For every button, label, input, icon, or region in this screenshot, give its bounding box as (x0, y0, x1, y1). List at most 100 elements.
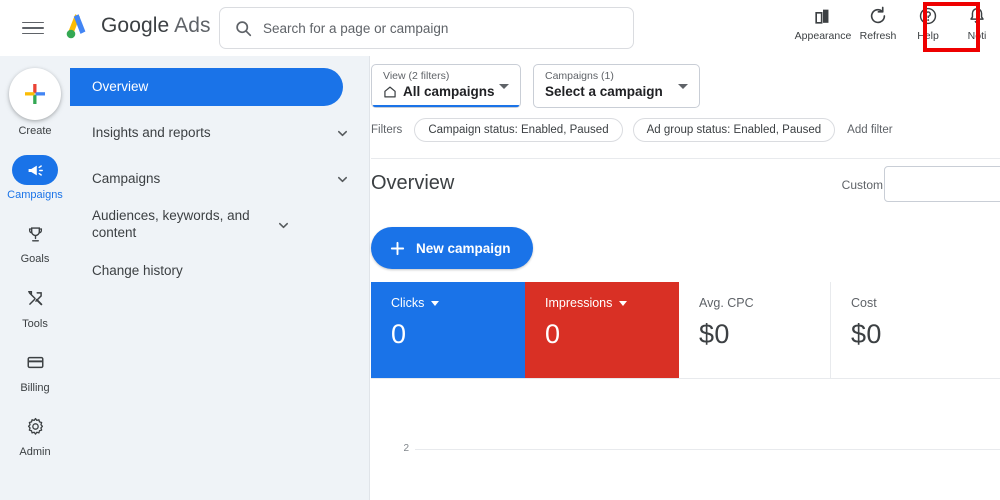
scorecard-avg-cpc-head: Avg. CPC (699, 296, 830, 310)
notifications-button[interactable]: Noti (954, 0, 1000, 52)
google-ads-logo-icon (62, 12, 92, 40)
rail-item-admin[interactable]: Admin (0, 412, 70, 459)
refresh-label: Refresh (859, 30, 897, 42)
scorecard-cost-value: $0 (851, 319, 882, 349)
home-icon (383, 85, 397, 99)
top-bar-actions: Appearance Refresh Help Noti (792, 0, 1000, 56)
view-selector-value: All campaigns (403, 84, 495, 99)
filter-chip-campaign-status[interactable]: Campaign status: Enabled, Paused (414, 118, 623, 142)
rail-item-billing[interactable]: Billing (0, 348, 70, 395)
rail-label-goals: Goals (20, 253, 50, 266)
rail-label-campaigns: Campaigns (7, 189, 63, 202)
scorecard-avg-cpc[interactable]: Avg. CPC $0 (679, 282, 831, 378)
brand-ads-text: Ads (174, 14, 211, 37)
view-selector[interactable]: View (2 filters) All campaigns (371, 64, 521, 108)
top-app-bar: Google Ads Search for a page or campaign (0, 0, 1000, 56)
sidebar-label-overview: Overview (92, 78, 149, 94)
filters-label: Filters (371, 124, 403, 136)
chevron-down-icon (277, 219, 290, 232)
campaign-selector[interactable]: Campaigns (1) Select a campaign (533, 64, 700, 108)
chart-ytick-2: 2 (403, 443, 409, 454)
rail-item-goals[interactable]: Goals (0, 219, 70, 266)
refresh-button[interactable]: Refresh (854, 0, 902, 52)
rail-item-tools[interactable]: Tools (0, 284, 70, 331)
scorecard-clicks-head: Clicks (391, 296, 525, 310)
scorecard-impressions[interactable]: Impressions 0 (525, 282, 679, 378)
page-title: Overview (371, 172, 455, 194)
date-range-input[interactable] (884, 166, 1000, 202)
date-range-label: Custom (841, 178, 883, 192)
chevron-down-icon (499, 84, 509, 89)
view-selector-value-row: All campaigns (383, 83, 509, 100)
notifications-label: Noti (967, 30, 987, 42)
help-button[interactable]: Help (902, 0, 954, 52)
performance-chart: 2 1 (371, 379, 1000, 500)
refresh-icon (868, 6, 888, 26)
hamburger-menu-icon[interactable] (22, 16, 46, 40)
scorecard-impressions-value: 0 (545, 319, 561, 349)
scorecard-cost-head: Cost (851, 296, 983, 310)
help-label: Help (917, 30, 939, 42)
campaign-selector-caption: Campaigns (1) (545, 70, 614, 82)
sidebar-label-change-history: Change history (92, 262, 183, 278)
sidebar-item-insights-and-reports[interactable]: Insights and reports (70, 114, 369, 152)
help-icon (918, 6, 938, 26)
chevron-down-icon (336, 173, 349, 186)
rail-item-campaigns[interactable]: Campaigns (0, 155, 70, 202)
scorecard-impressions-head: Impressions (545, 296, 679, 310)
scorecard-clicks[interactable]: Clicks 0 (371, 282, 525, 378)
create-label: Create (18, 125, 52, 137)
sidebar-label-campaigns: Campaigns (92, 170, 161, 186)
search-icon (235, 20, 252, 37)
google-ads-overview-page: Google Ads Search for a page or campaign (0, 0, 1000, 500)
brand-google-text: Google (101, 14, 170, 37)
view-selector-caption: View (2 filters) (383, 70, 450, 82)
rail-label-billing: Billing (20, 381, 50, 394)
scorecard-cost[interactable]: Cost $0 (831, 282, 983, 378)
trophy-icon (12, 219, 58, 249)
search-placeholder: Search for a page or campaign (263, 20, 449, 36)
primary-nav-rail: Create Campaigns Goals Tools Billing Adm… (0, 56, 70, 500)
scorecard-clicks-label: Clicks (391, 296, 425, 310)
chart-gridline-upper (415, 449, 1000, 450)
sidebar-label-audiences-keywords-and-content: Audiences, keywords, and content (92, 208, 250, 240)
rail-label-admin: Admin (19, 445, 51, 458)
sidebar-label-insights-and-reports: Insights and reports (92, 124, 211, 140)
view-selectors: View (2 filters) All campaigns Campaigns… (371, 64, 700, 108)
main-content: View (2 filters) All campaigns Campaigns… (371, 56, 1000, 500)
scorecard-cost-label: Cost (851, 296, 877, 310)
sidebar-item-campaigns[interactable]: Campaigns (70, 160, 369, 198)
brand-logo: Google Ads (62, 12, 211, 40)
search-input[interactable]: Search for a page or campaign (219, 7, 634, 49)
megaphone-icon (12, 155, 58, 186)
appearance-button[interactable]: Appearance (792, 0, 854, 52)
new-campaign-button[interactable]: New campaign (371, 227, 533, 269)
sidebar-item-audiences-keywords-and-content[interactable]: Audiences, keywords, and content (70, 200, 369, 250)
appearance-label: Appearance (794, 30, 852, 42)
gear-icon (12, 412, 58, 442)
chevron-down-icon (336, 127, 349, 140)
campaign-selector-value: Select a campaign (545, 84, 663, 99)
chevron-down-icon[interactable] (431, 300, 440, 306)
filters-bar: Filters Campaign status: Enabled, Paused… (371, 118, 893, 142)
tools-icon (12, 284, 58, 314)
scorecard-avg-cpc-value: $0 (699, 319, 730, 349)
chevron-down-icon (678, 84, 688, 89)
notifications-icon (967, 6, 987, 26)
campaign-selector-value-row: Select a campaign (545, 83, 688, 100)
add-filter-button[interactable]: Add filter (845, 124, 892, 136)
filter-chip-ad-group-status[interactable]: Ad group status: Enabled, Paused (632, 118, 836, 142)
appearance-icon (813, 6, 833, 26)
sidebar-item-change-history[interactable]: Change history (70, 252, 369, 290)
plus-icon (9, 68, 61, 120)
chevron-down-icon[interactable] (619, 300, 628, 306)
content-divider (371, 158, 1000, 159)
credit-card-icon (12, 348, 58, 378)
sidebar-item-overview[interactable]: Overview (70, 68, 343, 106)
brand-title: Google Ads (101, 14, 211, 38)
rail-label-tools: Tools (22, 317, 48, 330)
create-button[interactable]: Create (9, 68, 61, 138)
scorecards: Clicks 0 Impressions 0 Avg. CPC $0 Cost … (371, 282, 1000, 378)
scorecard-clicks-value: 0 (391, 319, 407, 349)
plus-icon (389, 240, 406, 257)
